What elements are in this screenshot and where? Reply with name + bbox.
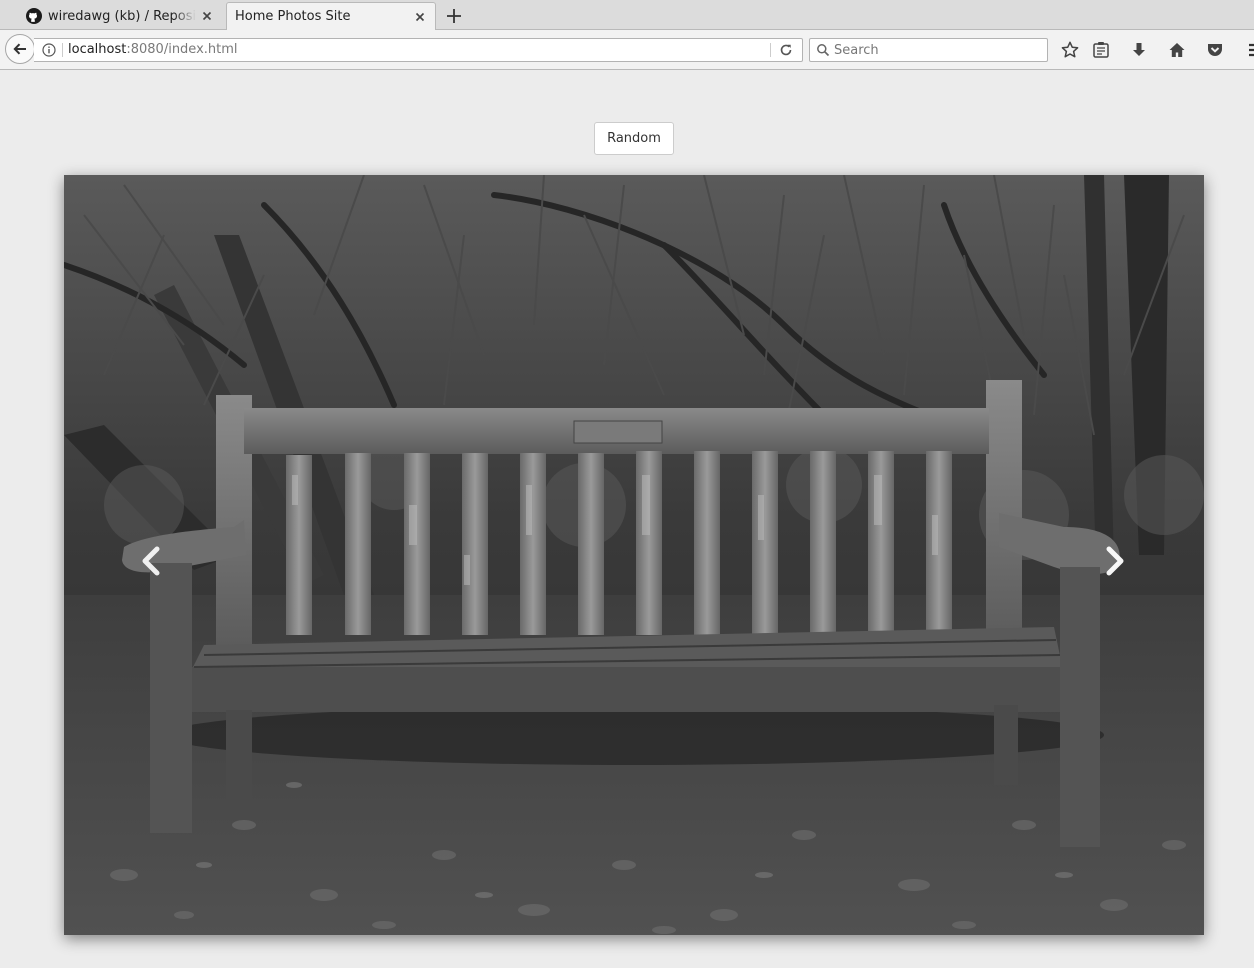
reading-list-icon[interactable] <box>1091 40 1111 60</box>
carousel-photo[interactable] <box>64 175 1204 935</box>
tab-home-photos[interactable]: Home Photos Site <box>226 2 436 30</box>
tab-title: Home Photos Site <box>235 9 351 24</box>
bookmark-star-icon[interactable] <box>1060 40 1080 60</box>
reload-divider <box>770 43 771 57</box>
close-icon[interactable] <box>200 9 214 23</box>
url-path: :8080/index.html <box>126 42 238 57</box>
search-input[interactable] <box>834 41 1039 59</box>
tab-title: wiredawg (kb) / Reposito <box>48 8 196 24</box>
navigation-toolbar: localhost:8080/index.html <box>0 30 1254 70</box>
carousel-next-icon[interactable] <box>1100 545 1128 577</box>
carousel-prev-icon[interactable] <box>138 545 166 577</box>
site-info-icon[interactable] <box>42 43 56 57</box>
reload-icon[interactable] <box>779 43 793 57</box>
github-icon <box>26 8 42 24</box>
download-icon[interactable] <box>1129 40 1149 60</box>
back-arrow-icon <box>13 43 26 55</box>
menu-icon[interactable] <box>1243 40 1254 60</box>
home-icon[interactable] <box>1167 40 1187 60</box>
bench-photo-image <box>64 175 1204 935</box>
tab-strip: wiredawg (kb) / Reposito Home Photos Sit… <box>0 0 1254 30</box>
search-icon <box>817 44 830 57</box>
tab-github[interactable]: wiredawg (kb) / Reposito <box>18 2 222 30</box>
new-tab-plus-icon[interactable] <box>444 6 464 26</box>
close-icon[interactable] <box>413 10 427 24</box>
random-button[interactable]: Random <box>594 122 674 155</box>
back-button[interactable] <box>5 34 35 64</box>
pocket-icon[interactable] <box>1205 40 1225 60</box>
url-text[interactable]: localhost:8080/index.html <box>68 42 238 57</box>
url-bar[interactable]: localhost:8080/index.html <box>34 38 803 62</box>
url-divider <box>62 43 63 57</box>
search-bar[interactable] <box>809 38 1048 62</box>
url-host: localhost <box>68 42 127 57</box>
